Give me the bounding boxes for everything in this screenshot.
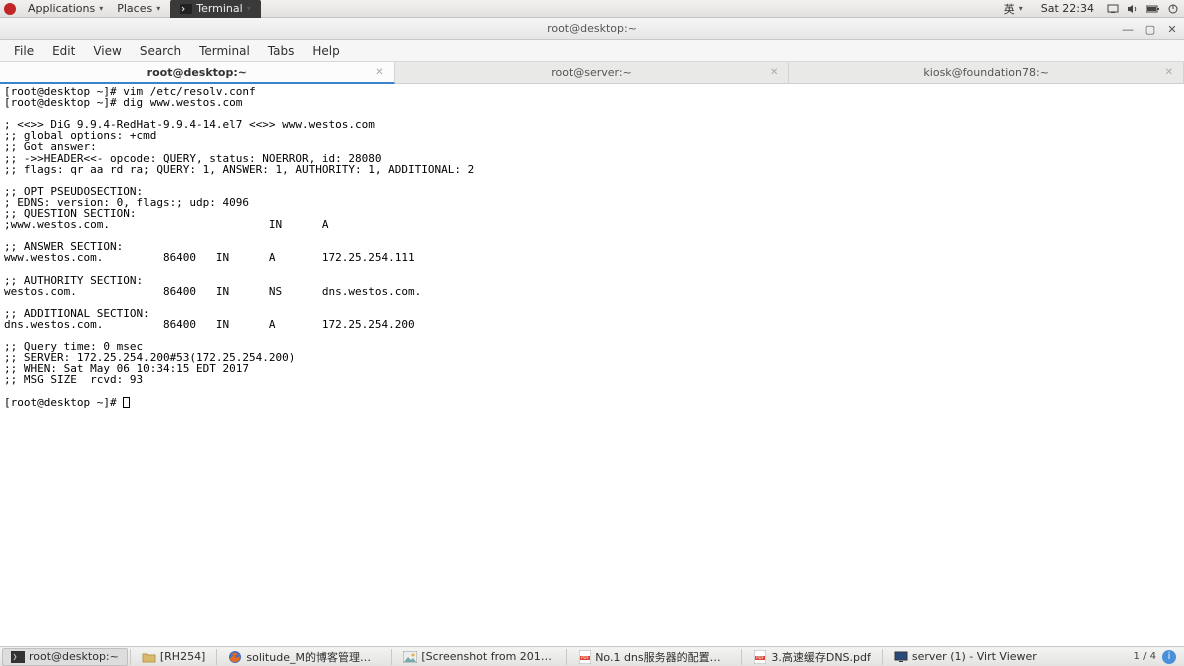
taskbar-label: 3.高速缓存DNS.pdf <box>771 649 871 665</box>
menu-tabs[interactable]: Tabs <box>260 42 303 60</box>
clock[interactable]: Sat 22:34 <box>1035 0 1100 18</box>
active-app-menu[interactable]: Terminal <box>170 0 261 18</box>
ime-indicator[interactable]: 英 <box>998 0 1029 18</box>
display-icon <box>894 650 908 664</box>
taskbar-item-3[interactable]: [Screenshot from 2017-05-06 ... <box>394 648 564 666</box>
tab-label: root@server:~ <box>551 66 632 79</box>
terminal-output[interactable]: [root@desktop ~]# vim /etc/resolv.conf [… <box>0 84 1184 646</box>
window-title: root@desktop:~ <box>547 22 637 35</box>
taskbar-label: root@desktop:~ <box>29 650 119 663</box>
taskbar-label: server (1) - Virt Viewer <box>912 650 1037 663</box>
terminal-tab-0[interactable]: root@desktop:~ ✕ <box>0 62 395 84</box>
workspace-indicator[interactable]: 1 / 4 <box>1134 651 1156 662</box>
terminal-tab-bar: root@desktop:~✕root@server:~✕kiosk@found… <box>0 62 1184 84</box>
tab-close-icon[interactable]: ✕ <box>1165 67 1173 78</box>
pdf-icon: PDF <box>753 650 767 664</box>
menu-terminal[interactable]: Terminal <box>191 42 258 60</box>
folder-icon <box>142 650 156 664</box>
menu-edit[interactable]: Edit <box>44 42 83 60</box>
pdf-icon: PDF <box>578 650 591 664</box>
close-button[interactable]: ✕ <box>1166 23 1178 36</box>
top-panel: Applications Places Terminal 英 Sat 22:34 <box>0 0 1184 18</box>
taskbar-item-5[interactable]: PDF 3.高速缓存DNS.pdf <box>744 648 880 666</box>
distro-icon <box>4 3 16 15</box>
info-icon[interactable]: i <box>1162 650 1176 664</box>
taskbar-label: No.1 dns服务器的配置及拓展 <box>595 649 730 665</box>
firefox-icon <box>228 650 242 664</box>
tab-close-icon[interactable]: ✕ <box>375 67 383 78</box>
menu-search[interactable]: Search <box>132 42 189 60</box>
taskbar-item-0[interactable]: root@desktop:~ <box>2 648 128 666</box>
terminal-icon <box>180 4 192 14</box>
battery-icon[interactable] <box>1146 3 1160 15</box>
bottom-taskbar: root@desktop:~ [RH254] solitude_M的博客管理后台-5… <box>0 646 1184 666</box>
image-icon <box>403 650 417 664</box>
menu-file[interactable]: File <box>6 42 42 60</box>
taskbar-item-4[interactable]: PDF No.1 dns服务器的配置及拓展 <box>569 648 739 666</box>
tab-close-icon[interactable]: ✕ <box>770 67 778 78</box>
taskbar-item-6[interactable]: server (1) - Virt Viewer <box>885 648 1046 666</box>
taskbar-item-1[interactable]: [RH254] <box>133 648 215 666</box>
places-menu[interactable]: Places <box>111 0 166 18</box>
menu-view[interactable]: View <box>85 42 129 60</box>
taskbar-label: solitude_M的博客管理后台-51CT... <box>246 649 380 665</box>
terminal-tab-2[interactable]: kiosk@foundation78:~ ✕ <box>789 62 1184 83</box>
top-panel-left: Applications Places Terminal <box>4 0 261 18</box>
menu-help[interactable]: Help <box>304 42 347 60</box>
tab-label: kiosk@foundation78:~ <box>923 66 1049 79</box>
terminal-icon <box>11 650 25 664</box>
power-icon[interactable] <box>1166 3 1180 15</box>
tab-label: root@desktop:~ <box>147 66 247 79</box>
taskbar-label: [Screenshot from 2017-05-06 ... <box>421 650 555 663</box>
terminal-tab-1[interactable]: root@server:~ ✕ <box>395 62 790 83</box>
terminal-cursor <box>123 397 130 408</box>
maximize-button[interactable]: ▢ <box>1144 23 1156 36</box>
top-panel-right: 英 Sat 22:34 <box>998 0 1180 18</box>
applications-menu[interactable]: Applications <box>22 0 109 18</box>
screen-icon[interactable] <box>1106 3 1120 15</box>
taskbar-item-2[interactable]: solitude_M的博客管理后台-51CT... <box>219 648 389 666</box>
svg-text:PDF: PDF <box>756 655 764 660</box>
window-titlebar: root@desktop:~ ― ▢ ✕ <box>0 18 1184 40</box>
volume-icon[interactable] <box>1126 3 1140 15</box>
svg-text:PDF: PDF <box>581 655 589 660</box>
taskbar-label: [RH254] <box>160 650 206 663</box>
menubar: FileEditViewSearchTerminalTabsHelp <box>0 40 1184 62</box>
minimize-button[interactable]: ― <box>1122 23 1134 36</box>
